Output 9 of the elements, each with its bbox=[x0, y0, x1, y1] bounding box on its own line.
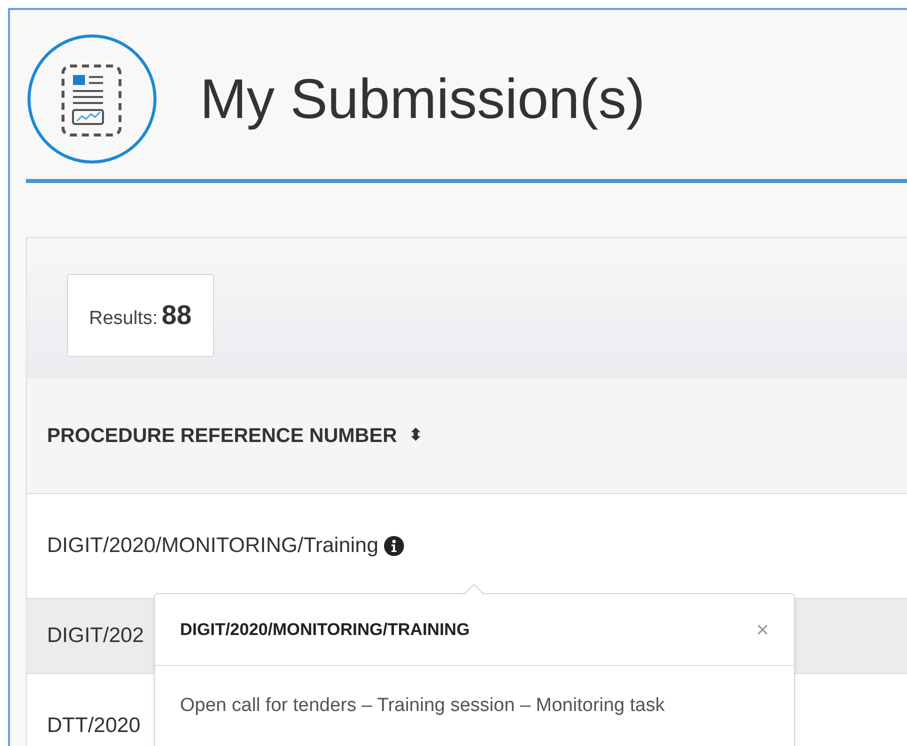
table-cell-text: DTT/2020 bbox=[47, 713, 140, 740]
popover-text: Open call for tenders – Training session – Monitoring task bbox=[179, 694, 666, 718]
info-icon[interactable] bbox=[384, 536, 404, 556]
popover-title: DIGIT/2020/MONITORING/TRAINING bbox=[180, 618, 470, 641]
results-counter: Results:88 bbox=[67, 274, 214, 356]
table-cell-text: DIGIT/2020/MONITORING/Training bbox=[47, 533, 378, 560]
document-icon bbox=[26, 33, 158, 165]
column-header[interactable]: PROCEDURE REFERENCE NUMBER ⬍ bbox=[47, 420, 422, 450]
table-cell-text: DIGIT/202 bbox=[47, 623, 144, 650]
